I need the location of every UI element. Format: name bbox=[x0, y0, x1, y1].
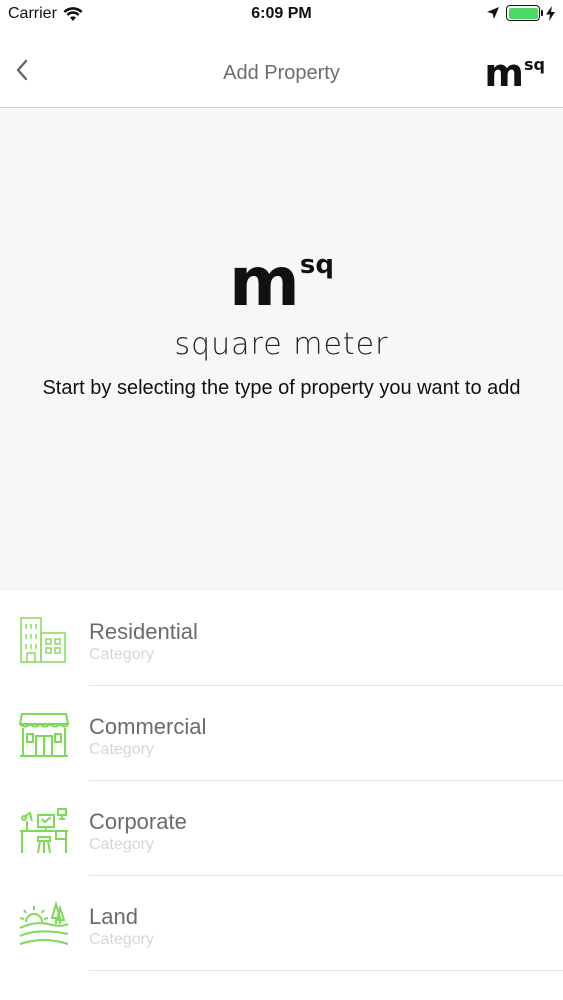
category-subtitle: Category bbox=[89, 646, 154, 663]
category-title: Commercial bbox=[89, 714, 207, 739]
landscape-icon bbox=[19, 900, 69, 945]
category-item-residential[interactable]: Residential Category bbox=[0, 591, 563, 686]
charging-bolt-icon bbox=[546, 5, 555, 21]
logo-superscript: sq bbox=[524, 55, 545, 74]
hero-logo-letter: m bbox=[229, 243, 300, 322]
brand-name: square meter bbox=[174, 327, 389, 362]
category-item-commercial[interactable]: Commercial Category bbox=[0, 686, 563, 781]
category-title: Corporate bbox=[89, 809, 187, 834]
storefront-icon bbox=[18, 713, 70, 757]
category-subtitle: Category bbox=[89, 931, 154, 948]
brand-logo-large: msq bbox=[0, 249, 563, 317]
category-item-corporate[interactable]: Corporate Category bbox=[0, 781, 563, 876]
category-subtitle: Category bbox=[89, 741, 154, 758]
category-subtitle: Category bbox=[89, 836, 154, 853]
divider bbox=[89, 970, 563, 971]
hero-logo-superscript: sq bbox=[299, 250, 334, 280]
location-arrow-icon bbox=[487, 7, 499, 19]
battery-icon bbox=[506, 5, 543, 21]
page-title: Add Property bbox=[223, 62, 340, 84]
brand-logo-small: msq bbox=[484, 54, 545, 92]
category-item-land[interactable]: Land Category bbox=[0, 876, 563, 971]
office-desk-icon bbox=[20, 808, 68, 854]
category-title: Land bbox=[89, 904, 138, 929]
status-indicators bbox=[486, 5, 555, 21]
hero-section: msq square meter Start by selecting the … bbox=[0, 109, 563, 591]
status-time: 6:09 PM bbox=[251, 5, 312, 22]
logo-letter: m bbox=[484, 51, 525, 95]
category-list: Residential Category Commercial Category bbox=[0, 591, 563, 971]
navigation-bar: Add Property msq bbox=[0, 30, 563, 108]
status-bar: Carrier 6:09 PM bbox=[0, 0, 563, 30]
building-icon bbox=[20, 617, 66, 663]
instruction-text: Start by selecting the type of property … bbox=[42, 377, 521, 399]
category-title: Residential bbox=[89, 619, 198, 644]
